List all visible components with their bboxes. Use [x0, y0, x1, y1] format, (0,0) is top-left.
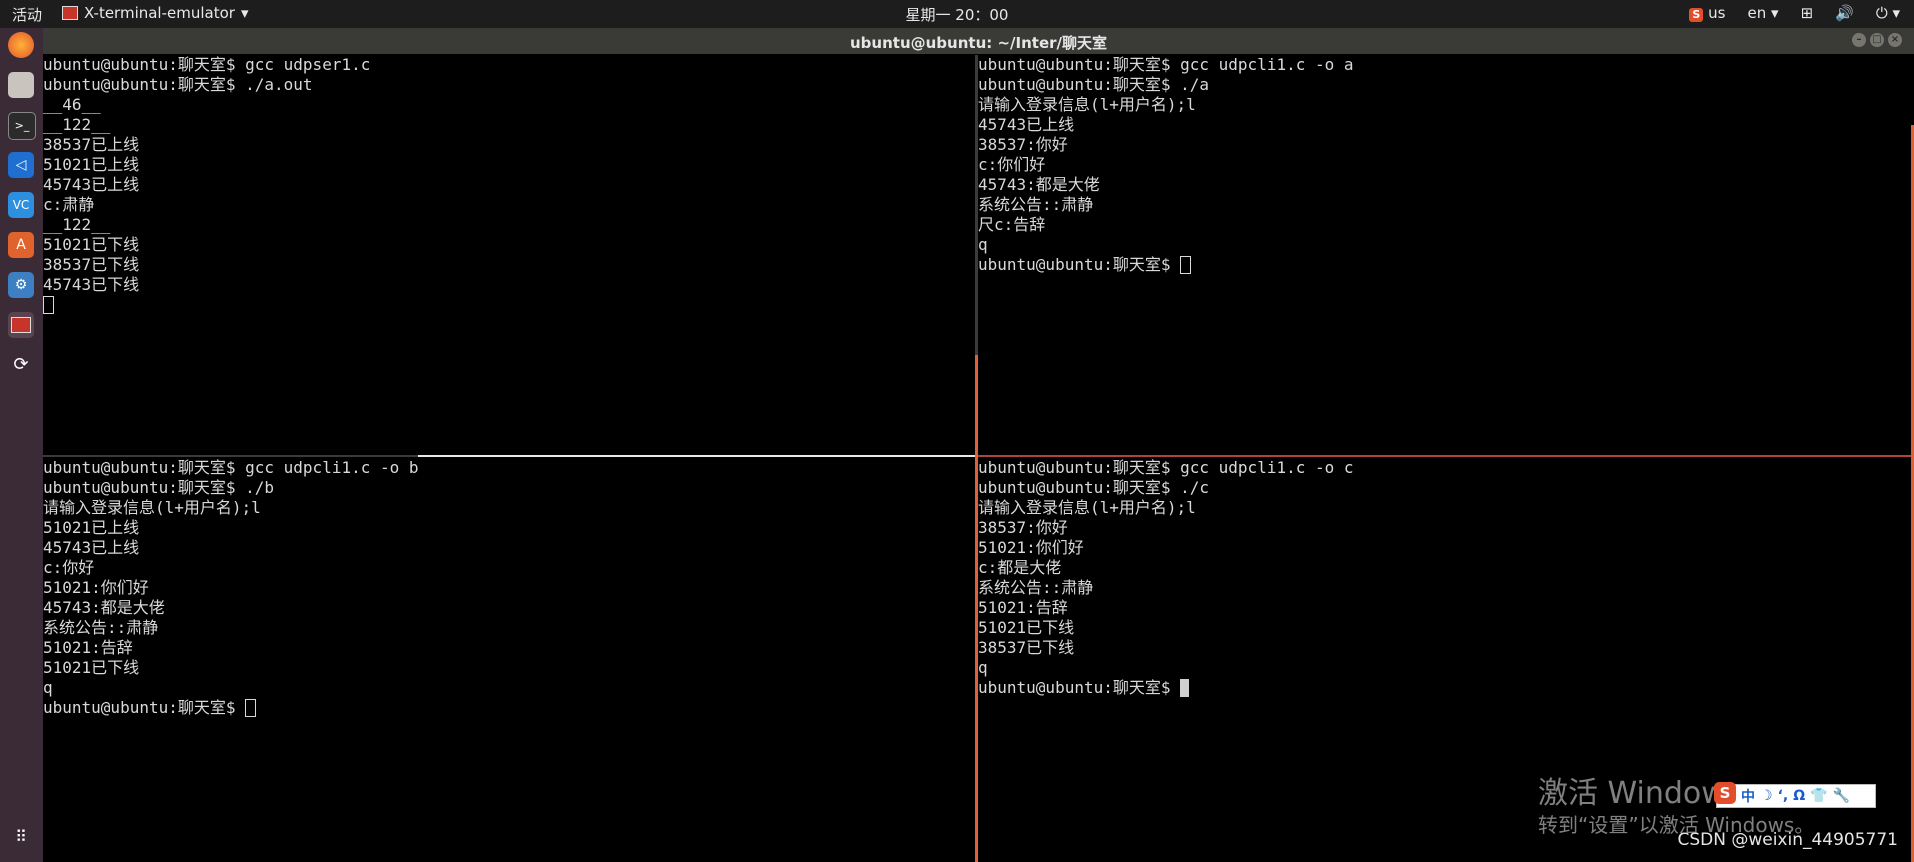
terminal-line: 51021:告辞: [43, 638, 133, 657]
terminal-line: 系统公告::肃静: [43, 618, 159, 637]
update-icon[interactable]: ⟳: [8, 352, 34, 378]
power-icon[interactable]: ⏻ ▾: [1876, 4, 1900, 22]
terminal-output: ubuntu@ubuntu:聊天室$ gcc udpcli1.c -o c ubu…: [978, 458, 1914, 678]
terminal-line: ubuntu@ubuntu:聊天室$ ./a.out: [43, 75, 313, 94]
terminal-line: 45743:都是大佬: [978, 175, 1100, 194]
ime-mode[interactable]: 中: [1741, 786, 1755, 806]
cursor: [43, 296, 54, 314]
terminal-line: 请输入登录信息(l+用户名);l: [43, 498, 261, 517]
pane-divider-vertical[interactable]: [975, 355, 978, 862]
terminal-line: q: [978, 658, 988, 677]
terminal-line: 51021已上线: [43, 155, 140, 174]
terminal-line: 38537已下线: [978, 638, 1075, 657]
terminal-prompt-line: ubuntu@ubuntu:聊天室$: [43, 698, 975, 718]
terminal-line: 45743:都是大佬: [43, 598, 165, 617]
terminal-line: 51021:你们好: [43, 578, 149, 597]
terminal-line: __46__: [43, 95, 101, 114]
csdn-credit: CSDN @weixin_44905771: [1677, 830, 1898, 850]
punctuation-icon[interactable]: ʻ,: [1778, 788, 1789, 804]
terminal-line: 38537:你好: [978, 518, 1068, 537]
terminal-line: ubuntu@ubuntu:聊天室$ ./b: [43, 478, 275, 497]
terminal-line: q: [43, 678, 53, 697]
terminal-line: 45743已上线: [978, 115, 1075, 134]
moon-icon[interactable]: ☽: [1760, 788, 1773, 804]
terminal-line: 51021已下线: [978, 618, 1075, 637]
terminal-line: ubuntu@ubuntu:聊天室$ gcc udpcli1.c -o c: [978, 458, 1354, 477]
terminal-line: c:都是大佬: [978, 558, 1062, 577]
terminal-line: 51021:告辞: [978, 598, 1068, 617]
shirt-icon[interactable]: 👕: [1810, 788, 1827, 804]
terminal-pane-top-left[interactable]: ubuntu@ubuntu:聊天室$ gcc udpser1.c ubuntu@u…: [43, 55, 975, 455]
pane-divider-vertical[interactable]: [975, 55, 978, 355]
system-tray: S us en ▾ ⊞ 🔊 ⏻ ▾: [1689, 4, 1900, 22]
terminal-icon[interactable]: >_: [8, 112, 36, 140]
apps-grid-icon[interactable]: ⠿: [8, 824, 34, 850]
terminal-line: ubuntu@ubuntu:聊天室$ gcc udpcli1.c -o b: [43, 458, 419, 477]
pane-divider-horizontal[interactable]: [418, 455, 975, 457]
terminal-line: 请输入登录信息(l+用户名);l: [978, 498, 1196, 517]
dock: >_ ◁ VC A ⚙ ⟳ ⠿: [0, 28, 43, 862]
terminal-line: c:你们好: [978, 155, 1046, 174]
top-bar: 活动 X-terminal-emulator ▾ 星期一 20：00 S us …: [0, 0, 1914, 28]
window-titlebar[interactable]: ubuntu@ubuntu: ~/Inter/聊天室 – □ ×: [43, 28, 1914, 54]
maximize-button[interactable]: □: [1870, 33, 1884, 47]
terminal-line: ubuntu@ubuntu:聊天室$ ./c: [978, 478, 1210, 497]
terminal-pane-bottom-left[interactable]: ubuntu@ubuntu:聊天室$ gcc udpcli1.c -o b ubu…: [43, 458, 975, 862]
network-icon[interactable]: ⊞: [1801, 4, 1814, 22]
terminal-line: 51021已下线: [43, 235, 140, 254]
terminal-line: 51021已下线: [43, 658, 140, 677]
language-menu[interactable]: en ▾: [1748, 4, 1779, 22]
terminal-line: ubuntu@ubuntu:聊天室$ gcc udpcli1.c -o a: [978, 55, 1354, 74]
terminal-prompt-line: ubuntu@ubuntu:聊天室$: [978, 255, 1914, 275]
settings-icon[interactable]: ⚙: [8, 272, 34, 298]
terminal-prompt-line: ubuntu@ubuntu:聊天室$: [978, 678, 1914, 698]
pane-divider-horizontal[interactable]: [43, 455, 418, 457]
vc-icon[interactable]: VC: [8, 192, 34, 218]
files-icon[interactable]: [8, 72, 34, 98]
omega-icon[interactable]: Ω: [1793, 788, 1805, 804]
terminal-line: 45743已上线: [43, 538, 140, 557]
close-button[interactable]: ×: [1888, 33, 1902, 47]
volume-icon[interactable]: 🔊: [1835, 4, 1854, 22]
terminal-line: 38537:你好: [978, 135, 1068, 154]
terminal-line: __122__: [43, 215, 111, 234]
terminal-line: 尺c:告辞: [978, 215, 1046, 234]
terminal-line: 38537已上线: [43, 135, 140, 154]
window-title: ubuntu@ubuntu: ~/Inter/聊天室: [850, 34, 1107, 52]
cursor: [1180, 256, 1192, 274]
terminal-prompt-line: [43, 295, 975, 315]
terminal-pane-top-right[interactable]: ubuntu@ubuntu:聊天室$ gcc udpcli1.c -o a ubu…: [978, 55, 1914, 455]
cursor: [245, 699, 257, 717]
sogou-logo-icon: S: [1714, 782, 1736, 804]
cursor: [1180, 679, 1190, 697]
terminal-line: 请输入登录信息(l+用户名);l: [978, 95, 1196, 114]
terminal-output: ubuntu@ubuntu:聊天室$ gcc udpser1.c ubuntu@u…: [43, 55, 975, 295]
x-terminal-icon[interactable]: [8, 312, 34, 338]
input-method-indicator[interactable]: S us: [1689, 4, 1726, 22]
terminal-output: ubuntu@ubuntu:聊天室$ gcc udpcli1.c -o b ubu…: [43, 458, 975, 698]
wrench-icon[interactable]: 🔧: [1833, 788, 1850, 804]
terminal-line: 系统公告::肃静: [978, 195, 1094, 214]
terminal-line: c:肃静: [43, 195, 95, 214]
terminal-line: q: [978, 235, 988, 254]
sogou-icon: S: [1689, 8, 1704, 22]
terminal-line: __122__: [43, 115, 111, 134]
terminal-line: ubuntu@ubuntu:聊天室$ gcc udpser1.c: [43, 55, 371, 74]
terminal-line: ubuntu@ubuntu:聊天室$ ./a: [978, 75, 1210, 94]
minimize-button[interactable]: –: [1852, 33, 1866, 47]
software-store-icon[interactable]: A: [8, 232, 34, 258]
terminal-line: 51021:你们好: [978, 538, 1084, 557]
firefox-icon[interactable]: [8, 32, 34, 58]
terminal-line: 系统公告::肃静: [978, 578, 1094, 597]
vscode-icon[interactable]: ◁: [8, 152, 34, 178]
clock[interactable]: 星期一 20：00: [0, 4, 1914, 25]
pane-divider-horizontal[interactable]: [978, 455, 1914, 457]
terminal-line: 38537已下线: [43, 255, 140, 274]
terminal-line: 51021已上线: [43, 518, 140, 537]
terminal-output: ubuntu@ubuntu:聊天室$ gcc udpcli1.c -o a ubu…: [978, 55, 1914, 255]
ime-toolbar[interactable]: S 中 ☽ ʻ, Ω 👕 🔧: [1714, 782, 1876, 808]
terminal-line: 45743已上线: [43, 175, 140, 194]
terminal-line: c:你好: [43, 558, 95, 577]
terminal-line: 45743已下线: [43, 275, 140, 294]
